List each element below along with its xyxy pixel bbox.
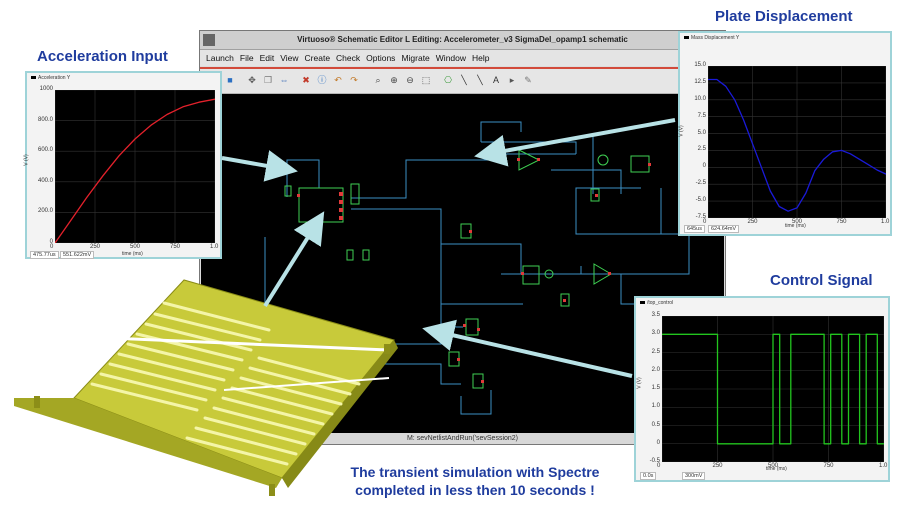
annotation-arrows <box>221 118 676 378</box>
arrow-mems <box>263 211 325 308</box>
arrow-control <box>422 319 633 378</box>
arrow-displacement <box>474 118 676 167</box>
arrow-acceleration <box>221 150 298 182</box>
